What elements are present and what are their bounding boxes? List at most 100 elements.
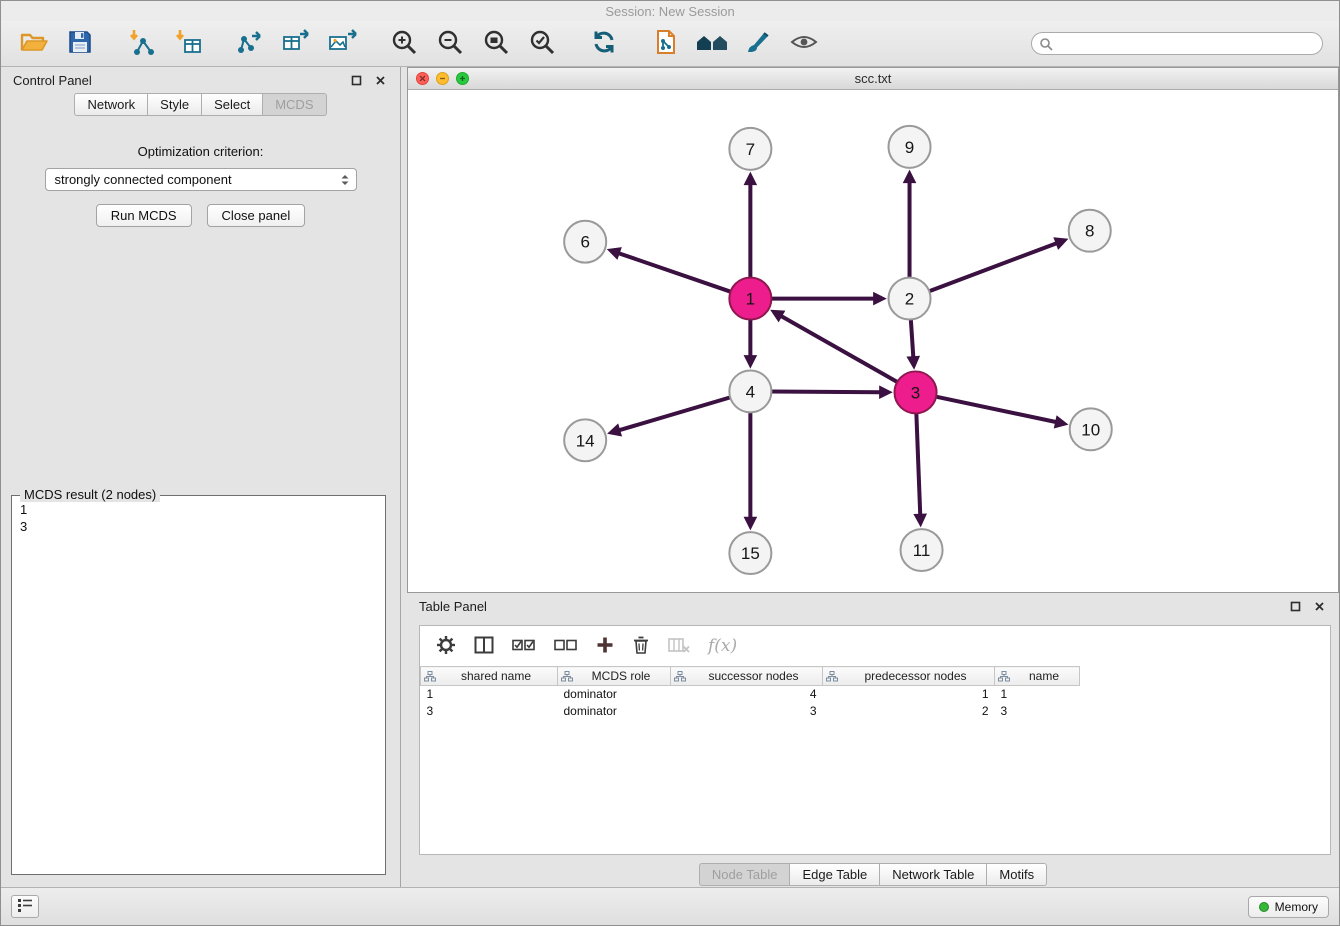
float-table-panel-icon[interactable] bbox=[1287, 598, 1303, 614]
graph-node-4[interactable]: 4 bbox=[729, 370, 771, 412]
node-table-body: 1dominator4113dominator323 bbox=[421, 686, 1080, 720]
graph-node-6[interactable]: 6 bbox=[564, 221, 606, 263]
graph-edge-3-10[interactable] bbox=[936, 397, 1056, 422]
table-tab-network-table[interactable]: Network Table bbox=[879, 863, 987, 886]
mcds-result-line: 1 bbox=[20, 501, 377, 518]
graph-edge-3-1[interactable] bbox=[781, 316, 898, 382]
control-panel-tab-network[interactable]: Network bbox=[74, 93, 148, 116]
cell-MCDS-role[interactable]: dominator bbox=[558, 686, 671, 703]
status-bar: Memory bbox=[1, 887, 1339, 925]
float-panel-icon[interactable] bbox=[348, 72, 364, 88]
export-image-button[interactable] bbox=[325, 27, 359, 61]
graph-edge-1-6[interactable] bbox=[618, 253, 730, 292]
show-all-networks-button[interactable] bbox=[695, 27, 729, 61]
run-mcds-button[interactable]: Run MCDS bbox=[96, 204, 192, 227]
network-canvas[interactable]: 7 9 6 8 1 2 4 3 14 10 15 11 bbox=[408, 90, 1338, 592]
column-layout-button[interactable] bbox=[474, 636, 494, 657]
control-panel-tab-style[interactable]: Style bbox=[147, 93, 202, 116]
table-settings-button[interactable] bbox=[436, 635, 456, 658]
delete-column-button[interactable] bbox=[668, 637, 690, 656]
table-panel-header: Table Panel bbox=[407, 593, 1339, 619]
graph-edge-4-3[interactable] bbox=[771, 391, 880, 392]
zoom-fit-button[interactable] bbox=[479, 27, 513, 61]
mcds-result-lines: 13 bbox=[12, 496, 385, 540]
cell-successor-nodes[interactable]: 3 bbox=[671, 703, 823, 720]
save-floppy-icon bbox=[66, 28, 94, 59]
graph-edge-3-11[interactable] bbox=[916, 413, 920, 515]
deselect-all-columns-button[interactable] bbox=[554, 638, 578, 655]
graph-node-2[interactable]: 2 bbox=[889, 278, 931, 320]
graphics-details-button[interactable] bbox=[787, 27, 821, 61]
trash-icon bbox=[632, 635, 650, 658]
open-folder-icon bbox=[19, 28, 49, 59]
export-table-button[interactable] bbox=[279, 27, 313, 61]
column-type-icon bbox=[424, 671, 436, 682]
control-panel-tab-select[interactable]: Select bbox=[201, 93, 263, 116]
close-panel-icon[interactable] bbox=[372, 72, 388, 88]
search-input[interactable] bbox=[1031, 32, 1323, 55]
open-session-button[interactable] bbox=[17, 27, 51, 61]
add-column-button[interactable] bbox=[596, 636, 614, 657]
apply-style-button[interactable] bbox=[741, 27, 775, 61]
window-title: Session: New Session bbox=[605, 4, 734, 19]
table-tab-node-table[interactable]: Node Table bbox=[699, 863, 791, 886]
save-session-button[interactable] bbox=[63, 27, 97, 61]
cell-shared-name[interactable]: 3 bbox=[421, 703, 558, 720]
mcds-result-box: MCDS result (2 nodes) 13 bbox=[11, 495, 386, 875]
node-table-area: shared nameMCDS rolesuccessor nodesprede… bbox=[420, 666, 1330, 854]
table-tab-edge-table[interactable]: Edge Table bbox=[789, 863, 880, 886]
cell-predecessor-nodes[interactable]: 1 bbox=[823, 686, 995, 703]
cell-name[interactable]: 3 bbox=[995, 703, 1080, 720]
first-neighbors-button[interactable] bbox=[649, 27, 683, 61]
zoom-out-button[interactable] bbox=[433, 27, 467, 61]
graph-edge-2-3[interactable] bbox=[911, 320, 914, 358]
minimize-window-icon[interactable] bbox=[436, 72, 449, 85]
graph-node-8[interactable]: 8 bbox=[1069, 210, 1111, 252]
column-header-successor-nodes[interactable]: successor nodes bbox=[671, 667, 823, 686]
close-table-panel-icon[interactable] bbox=[1311, 598, 1327, 614]
cell-shared-name[interactable]: 1 bbox=[421, 686, 558, 703]
graph-node-3[interactable]: 3 bbox=[895, 371, 937, 413]
node-table-row[interactable]: 1dominator411 bbox=[421, 686, 1080, 703]
delete-table-button[interactable] bbox=[632, 635, 650, 658]
close-panel-button[interactable]: Close panel bbox=[207, 204, 306, 227]
svg-text:1: 1 bbox=[746, 290, 755, 309]
cell-name[interactable]: 1 bbox=[995, 686, 1080, 703]
cell-successor-nodes[interactable]: 4 bbox=[671, 686, 823, 703]
graph-edge-2-8[interactable] bbox=[929, 243, 1057, 291]
graph-node-7[interactable]: 7 bbox=[729, 128, 771, 170]
graph-node-11[interactable]: 11 bbox=[901, 529, 943, 571]
zoom-window-icon[interactable] bbox=[456, 72, 469, 85]
column-header-MCDS-role[interactable]: MCDS role bbox=[558, 667, 671, 686]
export-network-button[interactable] bbox=[233, 27, 267, 61]
apply-layout-button[interactable] bbox=[587, 27, 621, 61]
memory-button[interactable]: Memory bbox=[1248, 896, 1329, 918]
criterion-select[interactable]: strongly connected component bbox=[45, 168, 357, 191]
zoom-selected-button[interactable] bbox=[525, 27, 559, 61]
import-network-button[interactable] bbox=[125, 27, 159, 61]
graph-node-1[interactable]: 1 bbox=[729, 278, 771, 320]
split-pane-icon bbox=[474, 636, 494, 657]
column-header-predecessor-nodes[interactable]: predecessor nodes bbox=[823, 667, 995, 686]
import-network-icon bbox=[127, 28, 157, 59]
graph-node-10[interactable]: 10 bbox=[1070, 408, 1112, 450]
node-table-row[interactable]: 3dominator323 bbox=[421, 703, 1080, 720]
import-table-button[interactable] bbox=[171, 27, 205, 61]
graph-node-9[interactable]: 9 bbox=[889, 126, 931, 168]
close-window-icon[interactable] bbox=[416, 72, 429, 85]
table-tab-motifs[interactable]: Motifs bbox=[986, 863, 1047, 886]
column-header-name[interactable]: name bbox=[995, 667, 1080, 686]
panel-menu-button[interactable] bbox=[11, 895, 39, 918]
cell-predecessor-nodes[interactable]: 2 bbox=[823, 703, 995, 720]
select-all-columns-button[interactable] bbox=[512, 638, 536, 655]
graph-edge-4-14[interactable] bbox=[619, 397, 730, 430]
cell-MCDS-role[interactable]: dominator bbox=[558, 703, 671, 720]
graph-node-14[interactable]: 14 bbox=[564, 419, 606, 461]
column-header-shared-name[interactable]: shared name bbox=[421, 667, 558, 686]
function-builder-button[interactable]: f(x) bbox=[708, 636, 737, 656]
zoom-in-button[interactable] bbox=[387, 27, 421, 61]
control-panel-tab-mcds[interactable]: MCDS bbox=[262, 93, 326, 116]
graph-node-15[interactable]: 15 bbox=[729, 532, 771, 574]
search-icon bbox=[1039, 37, 1053, 51]
svg-text:14: 14 bbox=[576, 431, 595, 450]
